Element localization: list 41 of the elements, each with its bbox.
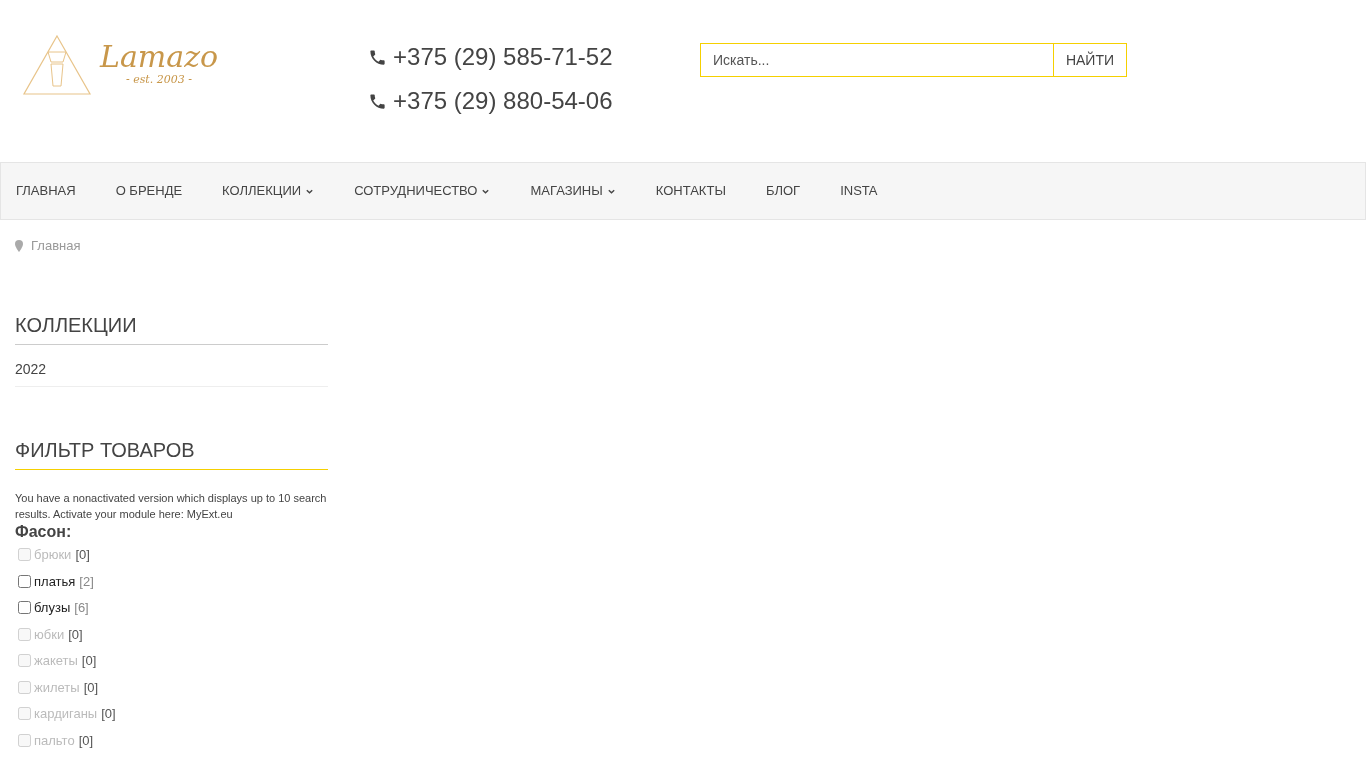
- phone-icon: [368, 47, 387, 67]
- filter-option-count: [0]: [81, 652, 97, 670]
- filter-option-count: [2]: [79, 572, 94, 591]
- nav-link[interactable]: МАГАЗИНЫ: [530, 181, 616, 201]
- filter-checkbox[interactable]: [18, 601, 31, 615]
- filter-option-count: [0]: [83, 678, 99, 697]
- filter-checkbox[interactable]: [18, 574, 31, 588]
- search-button[interactable]: НАЙТИ: [1052, 44, 1126, 76]
- filter-option-label: жилеты: [34, 678, 80, 697]
- filter-option-label: жакеты: [34, 652, 78, 670]
- filter-option-label: кардиганы: [34, 705, 98, 723]
- filter-option-count: [0]: [75, 546, 90, 564]
- nav-link[interactable]: INSTA: [840, 181, 878, 201]
- nav-link[interactable]: КОНТАКТЫ: [655, 181, 726, 201]
- filter-option-label: блузы: [34, 599, 71, 617]
- search-field[interactable]: Искать... НАЙТИ: [700, 43, 1127, 77]
- logo-tagline: - est. 2003 -: [126, 71, 192, 88]
- section-title: ФИЛЬТР ТОВАРОВ: [15, 434, 328, 470]
- filter-option-count: [0]: [68, 625, 83, 644]
- map-pin-icon: [15, 239, 23, 252]
- phone-number: +375 (29) 585-71-52: [393, 42, 613, 72]
- nav-link[interactable]: ГЛАВНАЯ: [16, 181, 76, 201]
- filter-option-label: брюки: [34, 546, 72, 564]
- filter-option-label: юбки: [34, 625, 65, 644]
- filter-option-label: платья: [34, 572, 76, 591]
- phone-icon: [368, 91, 387, 111]
- filter-group-title: Фасон:: [15, 521, 73, 542]
- filter-option-count: [6]: [74, 599, 89, 617]
- filter-option-count: [0]: [78, 731, 94, 750]
- filter-option-count: [0]: [101, 705, 116, 723]
- phone-number: +375 (29) 880-54-06: [393, 86, 613, 116]
- nav-link[interactable]: СОТРУДНИЧЕСТВО: [354, 181, 491, 201]
- activation-notice: You have a nonactivated version which displays up to 10 search results. Activate your module here: MyExt.eu: [15, 490, 328, 522]
- logo-name: Lamazo: [100, 41, 218, 72]
- section-title: КОЛЛЕКЦИИ: [15, 309, 328, 345]
- nav-link[interactable]: БЛОГ: [765, 181, 801, 201]
- nav-link[interactable]: О БРЕНДЕ: [115, 181, 183, 201]
- nav-link[interactable]: КОЛЛЕКЦИИ: [222, 181, 315, 201]
- logo-icon: [22, 34, 92, 96]
- collection-link[interactable]: 2022: [15, 344, 328, 387]
- filter-option-label: пальто: [34, 731, 75, 750]
